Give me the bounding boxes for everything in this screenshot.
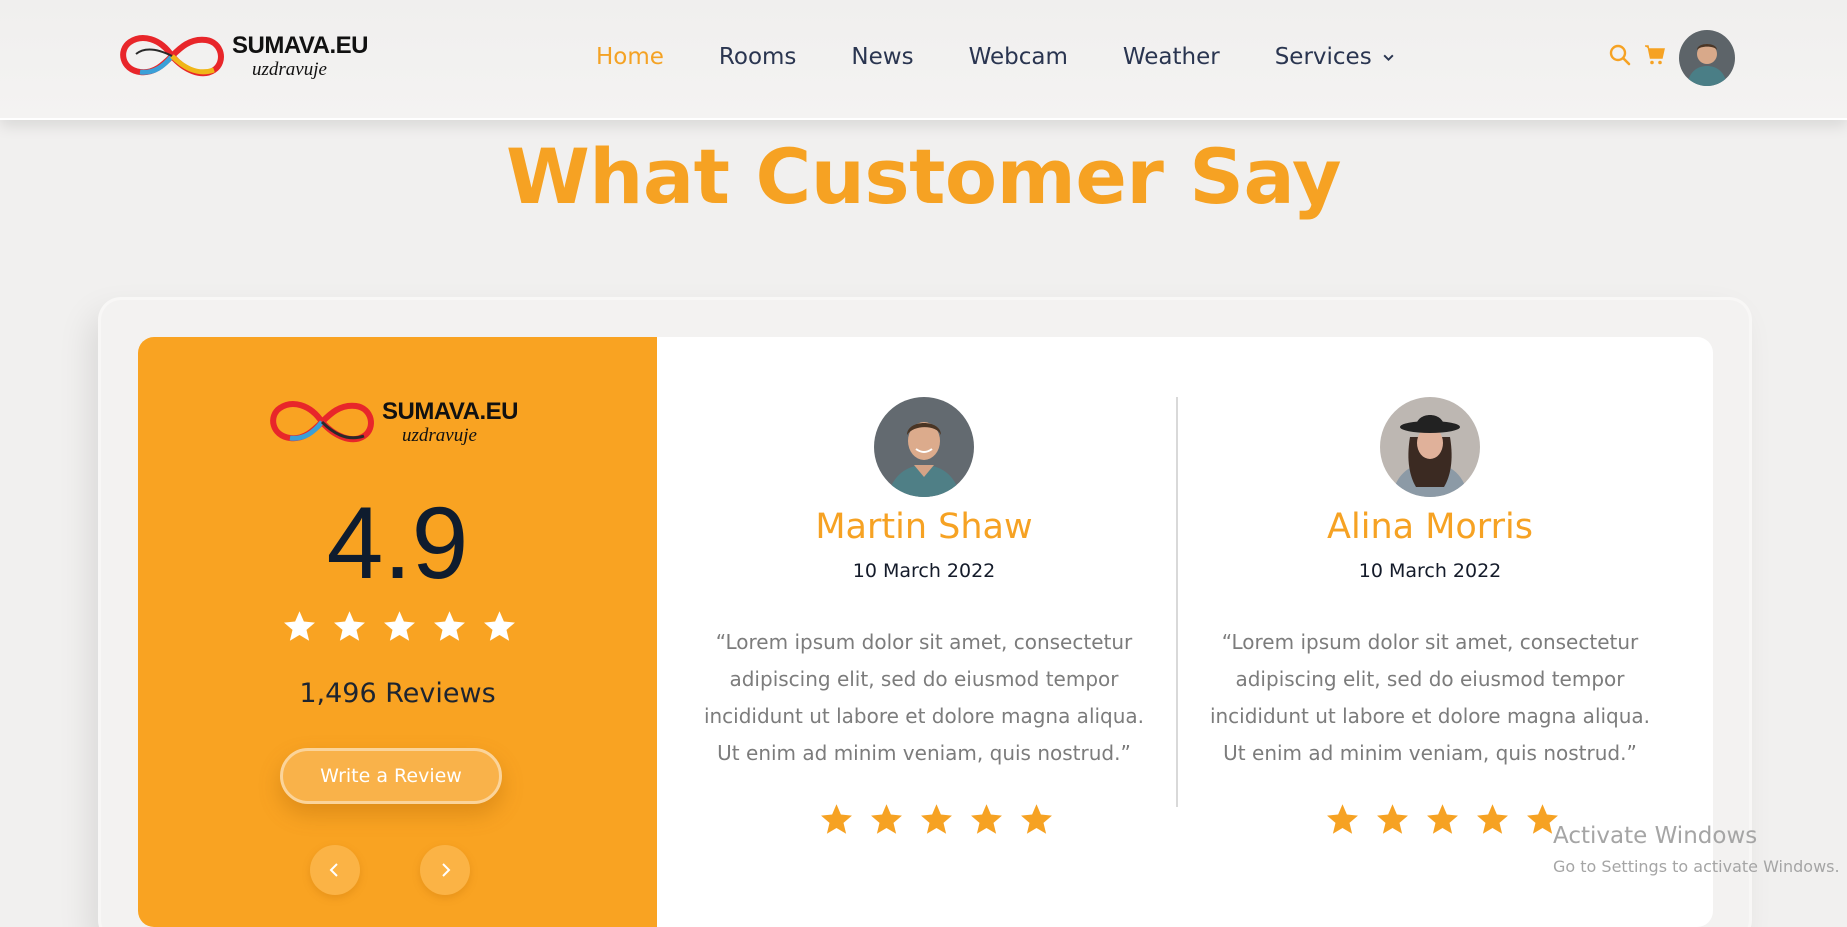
logo-tagline: uzdravuje — [252, 58, 327, 80]
panel-logo: SUMAVA.EU uzdravuje — [266, 398, 518, 446]
star-icon — [1377, 804, 1408, 834]
infinity-logo-icon — [120, 35, 224, 77]
star-icon — [1021, 804, 1052, 834]
reviewer-name: Martin Shaw — [815, 507, 1033, 547]
infinity-logo-icon — [270, 401, 374, 443]
panel-logo-tagline: uzdravuje — [402, 424, 477, 446]
review-date: 10 March 2022 — [852, 560, 996, 582]
page-title: What Customer Say — [505, 132, 1342, 221]
cart-icon[interactable] — [1643, 43, 1667, 67]
review-stars — [1325, 802, 1575, 837]
star-icon — [334, 611, 365, 641]
nav-news[interactable]: News — [851, 44, 913, 70]
logo-text: SUMAVA.EU uzdravuje — [232, 31, 368, 80]
review-text: “Lorem ipsum dolor sit amet, consectetur… — [703, 630, 1145, 765]
write-review-button[interactable]: Write a Review — [280, 748, 502, 804]
main-nav: Home Rooms News Webcam Weather Services — [596, 44, 1450, 70]
nav-webcam[interactable]: Webcam — [969, 44, 1068, 70]
star-icon — [1477, 804, 1508, 834]
next-button[interactable] — [420, 845, 470, 895]
user-avatar[interactable] — [1679, 30, 1735, 86]
nav-home[interactable]: Home — [596, 44, 664, 70]
review-card: Martin Shaw 10 March 2022 “Lorem ipsum d… — [657, 337, 1163, 927]
site-header: SUMAVA.EU uzdravuje Home Rooms News Webc… — [0, 0, 1847, 120]
reviewer-avatar — [1380, 397, 1480, 497]
activate-windows-subtitle: Go to Settings to activate Windows. — [1553, 857, 1840, 876]
star-icon — [821, 804, 852, 834]
star-icon — [284, 611, 315, 641]
panel-logo-text: SUMAVA.EU uzdravuje — [382, 397, 518, 446]
logo-name: SUMAVA.EU — [232, 31, 368, 59]
star-icon — [921, 804, 952, 834]
prev-button[interactable] — [310, 845, 360, 895]
rating-stars — [282, 609, 532, 644]
reviewer-photo-icon — [1380, 397, 1480, 497]
reviewer-name: Alina Morris — [1327, 507, 1533, 547]
star-icon — [971, 804, 1002, 834]
nav-services-label: Services — [1274, 44, 1372, 70]
review-date: 10 March 2022 — [1358, 560, 1502, 582]
reviewer-avatar — [874, 397, 974, 497]
average-rating: 4.9 — [326, 486, 469, 600]
site-logo[interactable]: SUMAVA.EU uzdravuje — [116, 32, 368, 80]
review-stars — [819, 802, 1069, 837]
chevron-left-icon — [329, 863, 338, 877]
star-icon — [384, 611, 415, 641]
reviewer-photo-icon — [874, 397, 974, 497]
user-avatar-icon — [1679, 30, 1735, 86]
testimonials-card: SUMAVA.EU uzdravuje 4.9 1,496 Reviews Wr… — [138, 337, 1713, 927]
panel-logo-name: SUMAVA.EU — [382, 397, 518, 425]
chevron-down-icon — [1383, 54, 1394, 61]
reviews-count: 1,496 Reviews — [299, 678, 496, 709]
star-icon — [871, 804, 902, 834]
star-icon — [484, 611, 515, 641]
activate-windows-title: Activate Windows — [1553, 823, 1758, 849]
nav-services[interactable]: Services — [1275, 44, 1395, 70]
star-icon — [434, 611, 465, 641]
star-icon — [1327, 804, 1358, 834]
chevron-right-icon — [442, 863, 451, 877]
search-icon[interactable] — [1608, 43, 1632, 67]
nav-weather[interactable]: Weather — [1123, 44, 1220, 70]
nav-rooms[interactable]: Rooms — [719, 44, 796, 70]
review-text: “Lorem ipsum dolor sit amet, consectetur… — [1209, 630, 1651, 765]
star-icon — [1427, 804, 1458, 834]
rating-summary-panel: SUMAVA.EU uzdravuje 4.9 1,496 Reviews Wr… — [138, 337, 657, 927]
